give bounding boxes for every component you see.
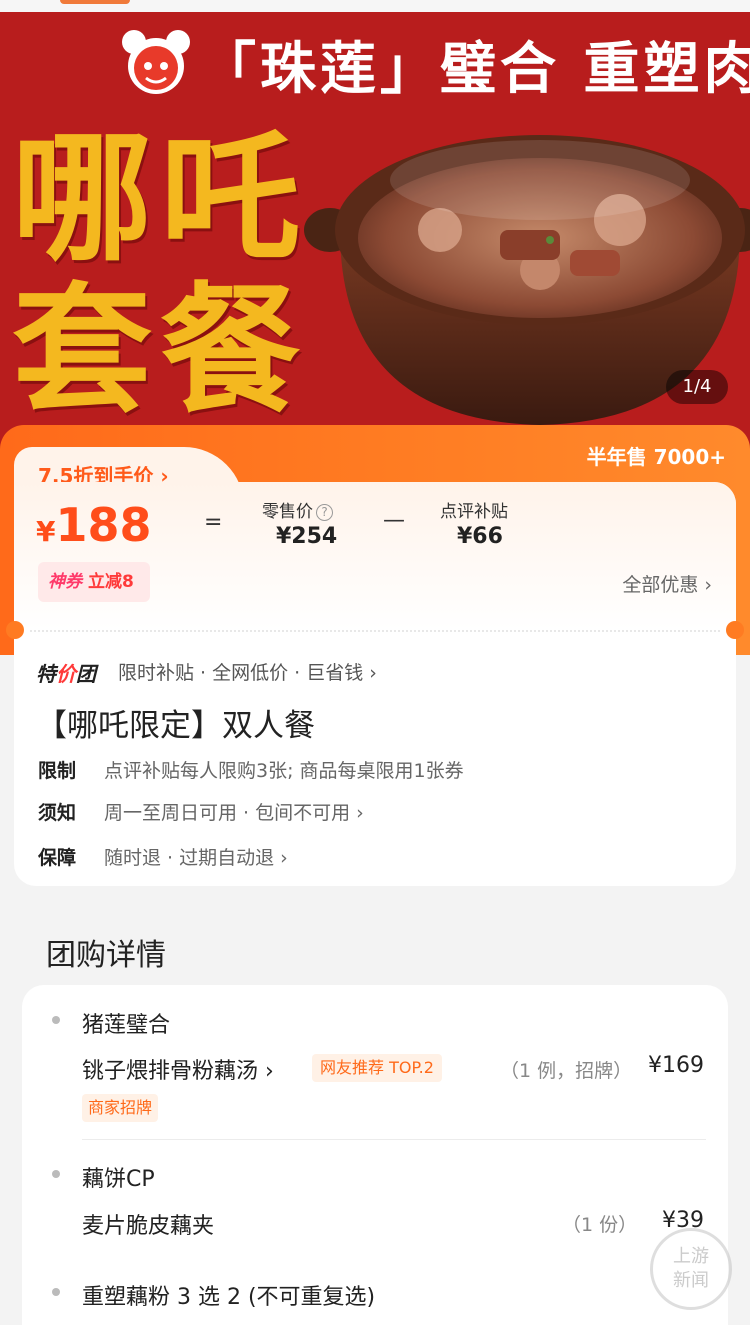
top-strip bbox=[0, 0, 750, 12]
info-row-limit: 限制 点评补贴每人限购3张; 商品每桌限用1张券 bbox=[38, 756, 464, 783]
all-offers-link[interactable]: 全部优惠 › bbox=[622, 570, 712, 597]
item-price: ¥169 bbox=[648, 1053, 704, 1078]
nezha-mascot-icon bbox=[122, 30, 190, 94]
tejia-mid: 价 bbox=[56, 662, 76, 686]
watermark-logo: 上游 新闻 bbox=[650, 1228, 732, 1310]
watermark-line2: 新闻 bbox=[673, 1270, 709, 1291]
banner-title-line2: 套餐 bbox=[12, 270, 309, 433]
final-price-value: 188 bbox=[55, 498, 152, 552]
item-quantity: （1 例，招牌） bbox=[500, 1060, 633, 1082]
ticket-notch-left bbox=[6, 621, 24, 639]
image-page-counter: 1/4 bbox=[666, 370, 728, 404]
group-name: 藕饼CP bbox=[82, 1167, 155, 1192]
minus-sign: — bbox=[383, 508, 405, 533]
tejia-logo: 特价团 bbox=[36, 658, 96, 687]
subsidy-value: ¥66 bbox=[457, 524, 503, 549]
ticket-notch-right bbox=[726, 621, 744, 639]
info-key: 限制 bbox=[38, 760, 77, 782]
item-quantity: （1 份） bbox=[562, 1214, 638, 1236]
shop-signature-tag: 商家招牌 bbox=[82, 1094, 159, 1122]
coupon-badge[interactable]: 神券 立减8 bbox=[38, 562, 150, 602]
banner-title-line1: 哪吒 bbox=[12, 118, 309, 281]
section-title-details: 团购详情 bbox=[46, 938, 166, 973]
banner-slogan: 「珠莲」璧合 重塑肉身 bbox=[200, 37, 750, 102]
info-key: 须知 bbox=[38, 802, 77, 824]
half-year-sales: 半年售 7000+ bbox=[586, 445, 726, 469]
currency-symbol: ¥ bbox=[36, 515, 56, 548]
group-bullet bbox=[52, 1016, 60, 1024]
item-divider bbox=[82, 1139, 706, 1140]
info-value: 周一至周日可用 · 包间不可用 › bbox=[104, 802, 364, 824]
info-row-guarantee[interactable]: 保障 随时退 · 过期自动退 › bbox=[38, 843, 288, 870]
subsidy-label: 点评补贴 bbox=[440, 502, 508, 522]
coupon-text: 立减8 bbox=[88, 572, 134, 592]
dotted-divider bbox=[30, 630, 720, 632]
deal-page: 「珠莲」璧合 重塑肉身 哪吒 套餐 bbox=[0, 0, 750, 1325]
retail-label-text: 零售价 bbox=[262, 502, 313, 522]
retail-price-label[interactable]: 零售价? bbox=[262, 497, 333, 522]
tejia-description-link[interactable]: 限时补贴 · 全网低价 · 巨省钱 › bbox=[118, 658, 377, 685]
tejia-prefix: 特 bbox=[36, 662, 56, 686]
product-banner[interactable]: 「珠莲」璧合 重塑肉身 哪吒 套餐 bbox=[0, 0, 750, 470]
info-key: 保障 bbox=[38, 847, 77, 869]
retail-price-value: ¥254 bbox=[276, 524, 338, 549]
group-name: 猪莲璧合 bbox=[82, 1013, 171, 1038]
coupon-brand: 神券 bbox=[48, 572, 82, 592]
info-row-notice[interactable]: 须知 周一至周日可用 · 包间不可用 › bbox=[38, 798, 364, 825]
info-value: 随时退 · 过期自动退 › bbox=[104, 847, 288, 869]
equals-sign: = bbox=[204, 510, 223, 535]
question-icon[interactable]: ? bbox=[316, 504, 333, 521]
deal-title: 【哪吒限定】双人餐 bbox=[36, 708, 315, 744]
watermark-line1: 上游 bbox=[673, 1246, 709, 1267]
menu-item: 麦片脆皮藕夹 bbox=[82, 1214, 215, 1239]
final-price: ¥188 bbox=[36, 498, 152, 552]
active-tab-indicator bbox=[60, 0, 130, 4]
tejia-suffix: 团 bbox=[76, 662, 96, 686]
info-value: 点评补贴每人限购3张; 商品每桌限用1张券 bbox=[104, 760, 464, 782]
group-bullet bbox=[52, 1288, 60, 1296]
recommend-tag: 网友推荐 TOP.2 bbox=[312, 1054, 442, 1082]
group-name: 重塑藕粉 3 选 2 (不可重复选) bbox=[82, 1285, 376, 1310]
menu-item-link[interactable]: 铫子煨排骨粉藕汤 › bbox=[82, 1053, 274, 1085]
group-bullet bbox=[52, 1170, 60, 1178]
